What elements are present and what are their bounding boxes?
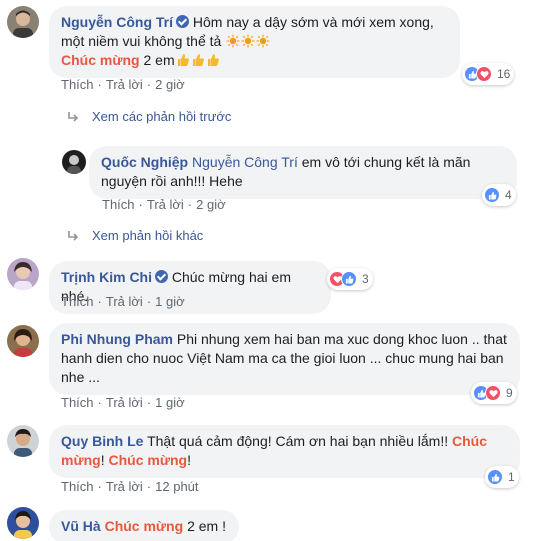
reaction-count[interactable]: 9 [471,382,517,404]
thumbs-up-emoji-icon [192,54,204,66]
reaction-count-value: 3 [362,272,369,286]
view-previous-replies-label: Xem các phản hồi trước [92,109,232,124]
comment-text: ! [100,452,105,468]
highlighted-text: Chúc mừng [104,518,184,534]
comment-bubble: Vũ Hà Chúc mừng 2 em ! [49,510,239,541]
commenter-name[interactable]: Vũ Hà [61,518,101,534]
timestamp[interactable]: 2 giờ [196,197,226,212]
commenter-name[interactable]: Nguyễn Công Trí [61,14,173,30]
avatar[interactable] [7,325,39,357]
reaction-count[interactable]: 3 [327,268,373,290]
reply-link[interactable]: Trả lời [106,479,143,494]
separator-dot: · [146,294,152,309]
reply-link[interactable]: Trả lời [106,395,143,410]
separator-dot: · [146,77,152,92]
comment-actions: Thích · Trả lời · 2 giờ [102,197,226,213]
like-reaction-icon [487,469,503,485]
timestamp[interactable]: 12 phút [155,479,198,494]
separator-dot: · [97,395,102,410]
reply-arrow-icon [68,112,79,122]
reply-link[interactable]: Trả lời [106,294,143,309]
separator-dot: · [146,479,152,494]
highlighted-text: Chúc mừng [61,52,140,68]
separator-dot: · [97,294,102,309]
reaction-count-value: 9 [506,386,513,400]
like-link[interactable]: Thích [61,77,94,92]
comment-text: 2 em ! [187,518,226,534]
like-reaction-icon [484,187,500,203]
comment-bubble: Quốc Nghiệp Nguyễn Công Trí em vô tới ch… [89,146,517,199]
reaction-count-value: 1 [508,470,515,484]
avatar[interactable] [7,258,39,290]
commenter-name[interactable]: Phi Nhung Pham [61,331,173,347]
view-other-replies-link[interactable]: Xem phản hồi khác [66,228,203,244]
comment-bubble: Nguyễn Công Trí Hôm nay a dậy sớm và mới… [49,6,460,78]
comment-actions: Thích · Trả lời · 1 giờ [61,294,185,310]
love-reaction-icon [476,66,492,82]
separator-dot: · [97,77,102,92]
sun-emoji-icon [241,34,255,48]
commenter-name[interactable]: Trịnh Kim Chi [61,269,152,285]
view-previous-replies-link[interactable]: Xem các phản hồi trước [66,109,231,125]
sun-emoji-icon [226,34,240,48]
separator-dot: · [146,395,152,410]
separator-dot: · [138,197,143,212]
reaction-count[interactable]: 1 [485,466,519,488]
timestamp[interactable]: 2 giờ [155,77,185,92]
separator-dot: · [97,479,102,494]
reaction-count[interactable]: 4 [482,184,516,206]
reaction-count[interactable]: 16 [462,63,515,85]
thumbs-up-emoji-icon [177,54,189,66]
sun-emoji-icon [256,34,270,48]
verified-badge-icon [155,270,168,283]
reaction-count-value: 4 [505,188,512,202]
view-other-replies-label: Xem phản hồi khác [92,228,204,243]
comment-actions: Thích · Trả lời · 1 giờ [61,395,185,411]
like-link[interactable]: Thích [102,197,135,212]
comment-text: Thật quá cảm động! Cám ơn hai bạn nhiều … [147,433,449,449]
timestamp[interactable]: 1 giờ [155,395,185,410]
commenter-name[interactable]: Quốc Nghiệp [101,154,188,170]
reaction-count-value: 16 [497,67,511,81]
avatar[interactable] [7,425,39,457]
comment-bubble: Quy Binh Le Thật quá cảm động! Cám ơn ha… [49,425,520,478]
comment-actions: Thích · Trả lời · 12 phút [61,479,199,495]
like-link[interactable]: Thích [61,479,94,494]
reply-arrow-icon [68,231,79,241]
comment-actions: Thích · Trả lời · 2 giờ [61,77,185,93]
timestamp[interactable]: 1 giờ [155,294,185,309]
thumbs-up-emoji-icon [207,54,219,66]
comment-text: ! [187,452,191,468]
reply-link[interactable]: Trả lời [147,197,184,212]
comment-text: 2 em [143,52,175,68]
avatar[interactable] [7,507,39,539]
avatar[interactable] [62,150,86,174]
comment-bubble: Phi Nhung Pham Phi nhung xem hai ban ma … [49,323,520,395]
avatar[interactable] [7,6,39,38]
commenter-name[interactable]: Quy Binh Le [61,433,143,449]
separator-dot: · [187,197,193,212]
like-link[interactable]: Thích [61,395,94,410]
like-link[interactable]: Thích [61,294,94,309]
love-reaction-icon [485,385,501,401]
verified-badge-icon [176,15,189,28]
highlighted-text: Chúc mừng [108,452,188,468]
tagged-user-link[interactable]: Nguyễn Công Trí [192,154,298,170]
reply-link[interactable]: Trả lời [106,77,143,92]
like-reaction-icon [341,271,357,287]
